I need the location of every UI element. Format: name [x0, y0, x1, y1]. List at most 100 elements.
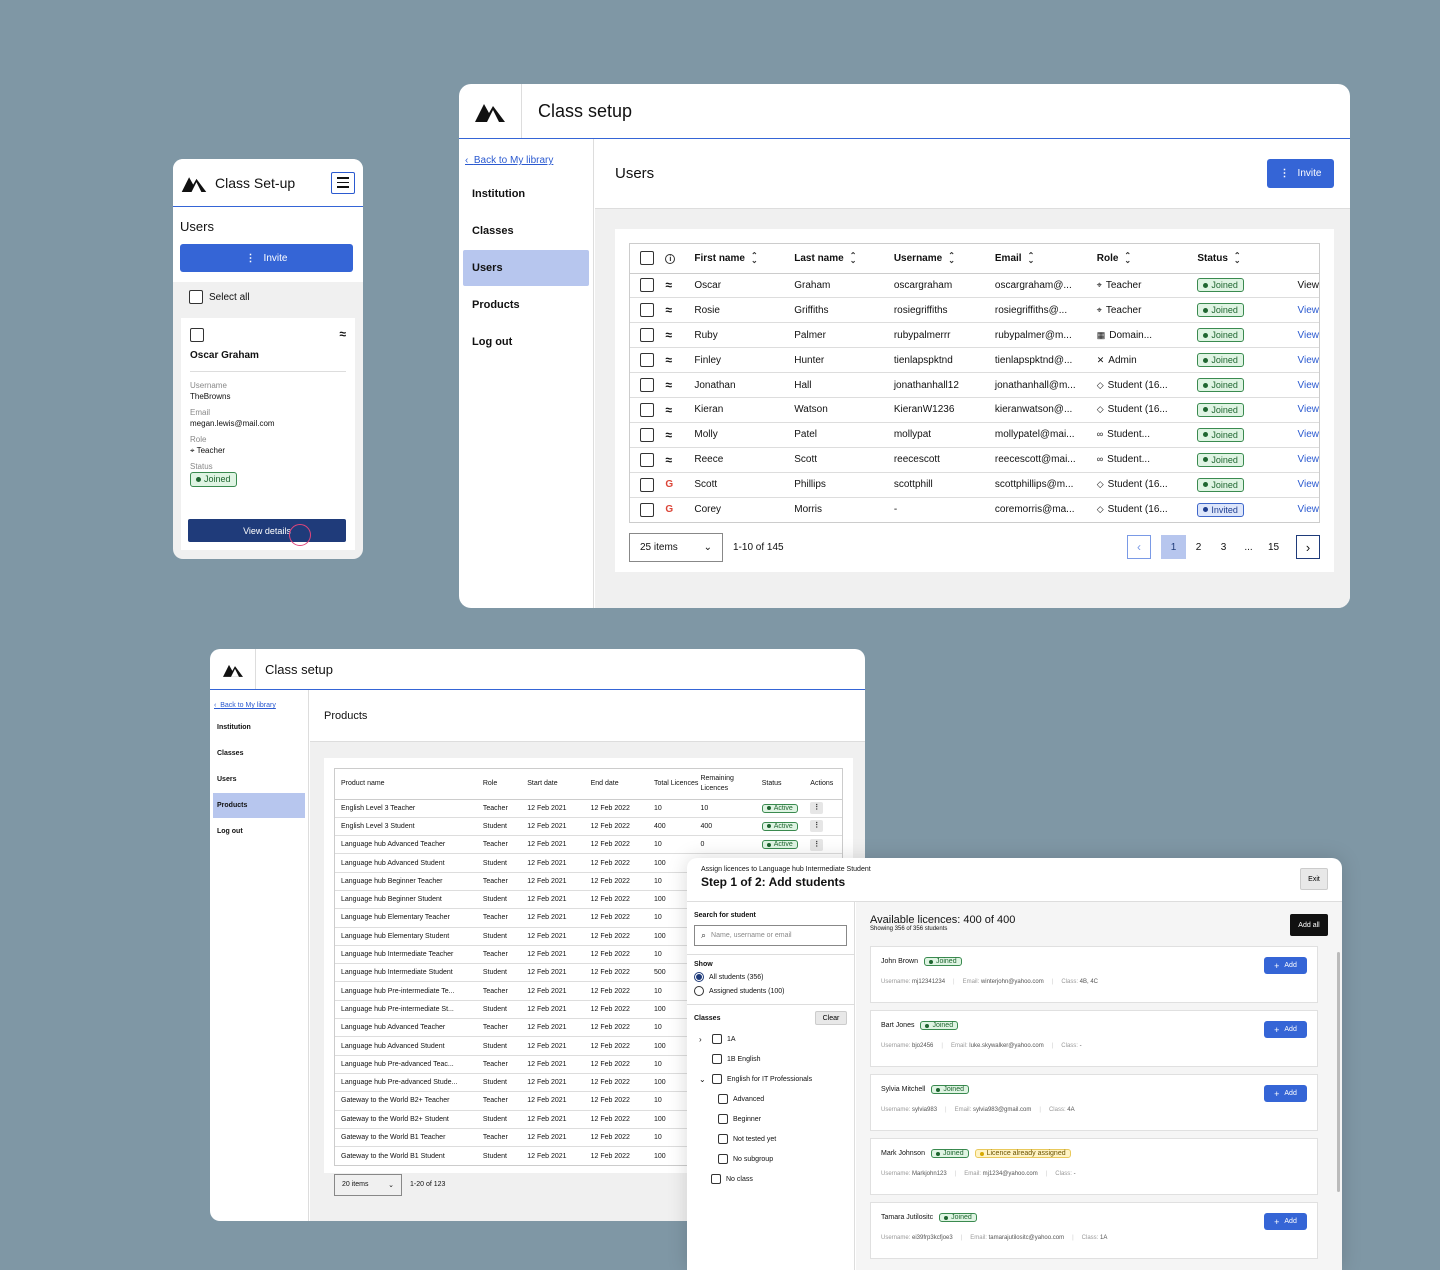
- per-page-select[interactable]: 20 items ⌄: [334, 1173, 402, 1196]
- row-checkbox[interactable]: [640, 452, 654, 467]
- row-checkbox[interactable]: [640, 378, 654, 392]
- column-header-first-name[interactable]: First name ⌃ ⌄: [694, 244, 794, 273]
- sidebar-item-institution[interactable]: Institution: [213, 715, 305, 740]
- scrollbar[interactable]: [1337, 952, 1340, 1192]
- invite-button[interactable]: ⋮ Invite: [180, 244, 353, 272]
- row-checkbox[interactable]: [640, 477, 654, 492]
- select-all-checkbox[interactable]: [640, 251, 654, 266]
- view-link[interactable]: View: [1298, 454, 1320, 465]
- exit-button[interactable]: Exit: [1300, 868, 1328, 890]
- username-value: bjo2456: [912, 1043, 934, 1049]
- per-page-select[interactable]: 25 items ⌄: [629, 532, 723, 562]
- chevron-right-icon[interactable]: ›: [699, 1035, 707, 1044]
- column-header-username[interactable]: Username ⌃ ⌄: [894, 244, 995, 273]
- cell: 12 Feb 2022: [590, 822, 630, 830]
- show-option-assigned[interactable]: Assigned students (100): [694, 986, 847, 996]
- view-link[interactable]: View: [1298, 429, 1320, 440]
- view-link[interactable]: View: [1298, 479, 1320, 490]
- view-link[interactable]: View: [1298, 380, 1320, 391]
- radio-button[interactable]: [694, 972, 704, 982]
- sidebar-item-institution[interactable]: Institution: [463, 176, 589, 212]
- class-item-1b-english[interactable]: 1B English: [694, 1049, 847, 1069]
- invite-button[interactable]: ⋮ Invite: [1267, 159, 1334, 188]
- view-link[interactable]: View: [1298, 330, 1320, 341]
- search-icon: ⌕: [701, 930, 707, 940]
- sidebar-item-log-out[interactable]: Log out: [213, 819, 305, 844]
- next-page-button[interactable]: ›: [1296, 535, 1320, 560]
- table-row: ≈ Kieran Watson KieranW1236 kieranwatson@...…: [630, 397, 1319, 422]
- class-checkbox[interactable]: [712, 1034, 722, 1044]
- cell: Gateway to the World B2+ Student: [341, 1115, 449, 1123]
- view-link[interactable]: View: [1298, 280, 1320, 291]
- row-checkbox[interactable]: [640, 278, 654, 293]
- sidebar-item-classes[interactable]: Classes: [213, 741, 305, 766]
- page-15[interactable]: 15: [1261, 535, 1286, 559]
- class-checkbox[interactable]: [718, 1094, 728, 1104]
- class-item-advanced[interactable]: Advanced: [694, 1089, 847, 1109]
- view-link[interactable]: View: [1298, 305, 1320, 316]
- row-checkbox[interactable]: [640, 427, 654, 442]
- column-header-last-name[interactable]: Last name ⌃ ⌄: [794, 244, 894, 273]
- class-checkbox[interactable]: [718, 1134, 728, 1144]
- class-checkbox[interactable]: [718, 1114, 728, 1124]
- class-checkbox[interactable]: [712, 1054, 722, 1064]
- class-item-1a[interactable]: › 1A: [694, 1029, 847, 1049]
- view-link[interactable]: View: [1298, 504, 1320, 515]
- sidebar-item-users[interactable]: Users: [213, 767, 305, 792]
- add-student-button[interactable]: + Add: [1264, 957, 1307, 974]
- row-checkbox[interactable]: [640, 328, 654, 343]
- clear-button[interactable]: Clear: [815, 1011, 847, 1025]
- page-1[interactable]: 1: [1161, 535, 1186, 560]
- page-2[interactable]: 2: [1186, 535, 1211, 559]
- class-item-not-tested-yet[interactable]: Not tested yet: [694, 1129, 847, 1149]
- select-all-checkbox[interactable]: [189, 290, 203, 304]
- row-checkbox[interactable]: [640, 353, 654, 368]
- user-card-checkbox[interactable]: [190, 327, 204, 342]
- search-input[interactable]: ⌕ Name, username or email: [694, 925, 847, 946]
- prev-page-button[interactable]: ‹: [1127, 535, 1151, 560]
- sidebar-item-classes[interactable]: Classes: [463, 213, 589, 249]
- column-header-actions: Actions: [810, 779, 834, 787]
- add-student-button[interactable]: + Add: [1264, 1021, 1307, 1038]
- row-checkbox[interactable]: [640, 303, 654, 318]
- class-checkbox[interactable]: [712, 1074, 722, 1084]
- class-checkbox[interactable]: [711, 1174, 721, 1184]
- column-header-status[interactable]: Status ⌃ ⌄: [1197, 244, 1297, 273]
- more-actions-button[interactable]: ⋮: [810, 838, 824, 851]
- view-link[interactable]: View: [1298, 404, 1320, 415]
- select-all-row[interactable]: Select all: [173, 282, 363, 312]
- add-student-button[interactable]: + Add: [1264, 1085, 1307, 1102]
- row-checkbox[interactable]: [640, 502, 654, 517]
- cell: 12 Feb 2022: [590, 1005, 630, 1013]
- class-item-no-class[interactable]: No class: [694, 1169, 847, 1189]
- view-link[interactable]: View: [1298, 355, 1320, 366]
- page-[interactable]: ...: [1236, 535, 1261, 559]
- sidebar-item-products[interactable]: Products: [463, 287, 589, 323]
- back-link[interactable]: ‹ Back to My library: [214, 702, 308, 709]
- more-actions-button[interactable]: ⋮: [810, 820, 824, 833]
- cell: 12 Feb 2021: [527, 1005, 567, 1013]
- column-header-email[interactable]: Email ⌃ ⌄: [995, 244, 1097, 273]
- sidebar-item-log-out[interactable]: Log out: [463, 324, 589, 360]
- sidebar-item-products[interactable]: Products: [213, 793, 305, 818]
- building-icon: ▦: [1096, 329, 1106, 340]
- hamburger-icon[interactable]: [331, 171, 355, 194]
- status-badge: Joined: [939, 1213, 977, 1222]
- view-details-button[interactable]: View details: [188, 519, 346, 542]
- show-option-all[interactable]: All students (356): [694, 972, 847, 982]
- row-checkbox[interactable]: [640, 402, 654, 417]
- add-student-button[interactable]: + Add: [1264, 1213, 1307, 1230]
- more-actions-button[interactable]: ⋮: [810, 802, 824, 815]
- page-3[interactable]: 3: [1211, 535, 1236, 559]
- column-header-role[interactable]: Role ⌃ ⌄: [1097, 244, 1198, 273]
- back-link[interactable]: ‹ Back to My library: [465, 155, 593, 166]
- radio-button[interactable]: [694, 986, 704, 996]
- sidebar-item-users[interactable]: Users: [463, 250, 589, 286]
- class-item-english-for-it-professionals[interactable]: ⌄ English for IT Professionals: [694, 1069, 847, 1089]
- class-item-beginner[interactable]: Beginner: [694, 1109, 847, 1129]
- add-all-button[interactable]: Add all: [1290, 914, 1328, 936]
- class-item-no-subgroup[interactable]: No subgroup: [694, 1149, 847, 1169]
- chevron-down-icon[interactable]: ⌄: [699, 1075, 707, 1084]
- cell-role: Teacher: [1105, 279, 1142, 291]
- class-checkbox[interactable]: [718, 1154, 728, 1164]
